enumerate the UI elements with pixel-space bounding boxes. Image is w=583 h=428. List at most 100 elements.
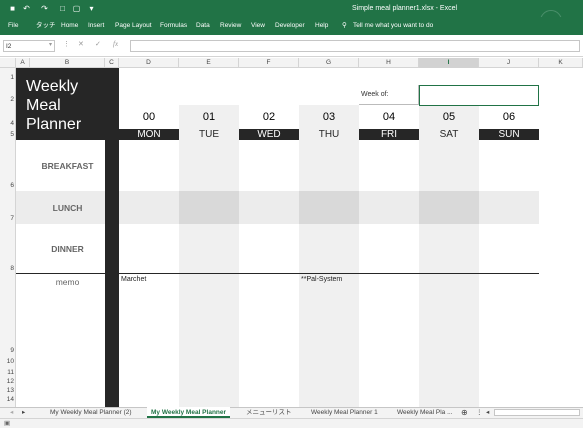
lunch-cell[interactable] [299, 191, 359, 224]
week-of-label: Week of: [361, 91, 389, 98]
memo-cell-mon[interactable]: Marchet [121, 276, 146, 283]
sheet-tab[interactable]: メニューリスト [246, 407, 292, 418]
column-header-g[interactable]: G [299, 58, 359, 68]
day-number: 04 [382, 111, 396, 123]
tab-file[interactable]: File [8, 17, 18, 35]
column-header-k[interactable]: K [539, 58, 583, 68]
more-options-icon[interactable]: ⋮ [476, 407, 483, 418]
row-header[interactable]: 10 [0, 358, 16, 365]
new-file-icon[interactable]: □ [58, 4, 67, 13]
title-line: Meal [26, 97, 61, 114]
column-header-j[interactable]: J [479, 58, 539, 68]
select-all-corner[interactable] [0, 58, 16, 68]
row-header[interactable]: 13 [0, 387, 16, 394]
more-icon: ⋮ [63, 41, 70, 48]
day-name-tue: TUE [199, 129, 219, 140]
customize-icon[interactable]: ▾ [87, 4, 96, 13]
meal-label-dinner: DINNER [51, 244, 84, 254]
add-sheet-icon[interactable]: ⊕ [461, 407, 468, 418]
day-number: 06 [502, 111, 516, 123]
row-header[interactable]: 11 [0, 369, 16, 376]
column-header-a[interactable]: A [16, 58, 30, 68]
title-line: Planner [26, 116, 82, 133]
redo-icon[interactable]: ↷ [40, 4, 49, 13]
ribbon-tabs: File タッチ Home Insert Page Layout Formula… [0, 17, 583, 35]
day-column-shade [299, 105, 359, 407]
day-number: 05 [442, 111, 456, 123]
day-number: 01 [202, 111, 216, 123]
window-title: Simple meal planner1.xlsx - Excel [352, 5, 458, 12]
memo-divider [16, 273, 539, 274]
day-name-thu: THU [318, 129, 340, 140]
open-file-icon[interactable]: ▢ [72, 4, 81, 13]
day-name-wed: WED [239, 129, 299, 140]
enter-icon[interactable]: ✓ [95, 40, 101, 48]
horizontal-scroll-left-icon[interactable]: ◂ [486, 407, 489, 418]
day-name-sun: SUN [479, 129, 539, 140]
planner-title: Weekly Meal Planner [26, 77, 81, 134]
day-name-fri: FRI [359, 129, 419, 140]
memo-label: memo [55, 277, 80, 287]
day-number: 02 [262, 111, 276, 123]
sheet-tab[interactable]: Weekly Meal Planner 1 [311, 407, 378, 418]
row-header[interactable]: 6 [0, 182, 16, 189]
tell-me-search[interactable]: Tell me what you want to do [353, 17, 433, 35]
tab-data[interactable]: Data [196, 17, 210, 35]
meal-label-lunch: LUNCH [52, 203, 83, 213]
row-header[interactable]: 8 [0, 265, 16, 272]
sheet-tab[interactable]: Weekly Meal Pla ... [397, 407, 453, 418]
tab-scroll-right-icon[interactable]: ▸ [22, 407, 25, 418]
sheet-tab[interactable]: My Weekly Meal Planner (2) [50, 407, 132, 418]
tab-formulas[interactable]: Formulas [160, 17, 187, 35]
column-header-f[interactable]: F [239, 58, 299, 68]
lunch-cell[interactable] [179, 191, 239, 224]
macro-record-icon[interactable]: ▣ [4, 419, 10, 427]
row-header[interactable]: 5 [0, 131, 16, 138]
day-name-sat: SAT [439, 129, 459, 140]
day-column-shade [419, 105, 479, 407]
day-number: 00 [142, 111, 156, 123]
tab-developer[interactable]: Developer [275, 17, 305, 35]
save-icon[interactable]: ■ [8, 4, 17, 13]
sheet-tab-active[interactable]: My Weekly Meal Planner [147, 407, 231, 418]
week-of-input-cell[interactable] [419, 85, 539, 106]
row-header[interactable]: 14 [0, 396, 16, 403]
column-header-c[interactable]: C [105, 58, 119, 68]
column-header-d[interactable]: D [119, 58, 179, 68]
column-header-e[interactable]: E [179, 58, 239, 68]
column-header-b[interactable]: B [30, 58, 105, 68]
undo-icon[interactable]: ↶ [22, 4, 31, 13]
horizontal-scrollbar[interactable] [494, 409, 580, 416]
day-column-shade [179, 105, 239, 407]
row-header[interactable]: 4 [0, 120, 16, 127]
meal-label-breakfast: BREAKFAST [41, 161, 94, 171]
row-header[interactable]: 2 [0, 96, 16, 103]
tab-help[interactable]: Help [315, 17, 328, 35]
memo-cell-thu[interactable]: **Pal-System [301, 276, 342, 283]
name-box-dropdown-icon[interactable]: ▾ [49, 41, 52, 48]
row-header[interactable]: 9 [0, 347, 16, 354]
day-number: 03 [322, 111, 336, 123]
name-box[interactable]: I2 [3, 40, 55, 52]
tab-touch[interactable]: タッチ [36, 17, 56, 35]
title-bar: ■ ↶ ↷ □ ▢ ▾ Simple meal planner1.xlsx - … [0, 0, 583, 32]
row-header-bar [0, 68, 16, 407]
column-header-h[interactable]: H [359, 58, 419, 68]
column-header-i[interactable]: I [419, 58, 479, 68]
row-header[interactable]: 1 [0, 74, 16, 81]
row-header[interactable]: 12 [0, 378, 16, 385]
tab-home[interactable]: Home [61, 17, 78, 35]
formula-input[interactable] [130, 40, 580, 52]
title-line: Weekly [26, 78, 79, 95]
cancel-icon[interactable]: ✕ [78, 40, 84, 48]
tab-page-layout[interactable]: Page Layout [115, 17, 152, 35]
lightbulb-icon: ⚲ [342, 22, 347, 29]
tab-insert[interactable]: Insert [88, 17, 104, 35]
row-header[interactable]: 7 [0, 215, 16, 222]
status-bar [0, 418, 583, 428]
tab-scroll-left-icon[interactable]: ◂ [10, 407, 13, 418]
function-icon[interactable]: fx [113, 40, 118, 48]
tab-view[interactable]: View [251, 17, 265, 35]
tab-review[interactable]: Review [220, 17, 241, 35]
lunch-cell[interactable] [419, 191, 479, 224]
